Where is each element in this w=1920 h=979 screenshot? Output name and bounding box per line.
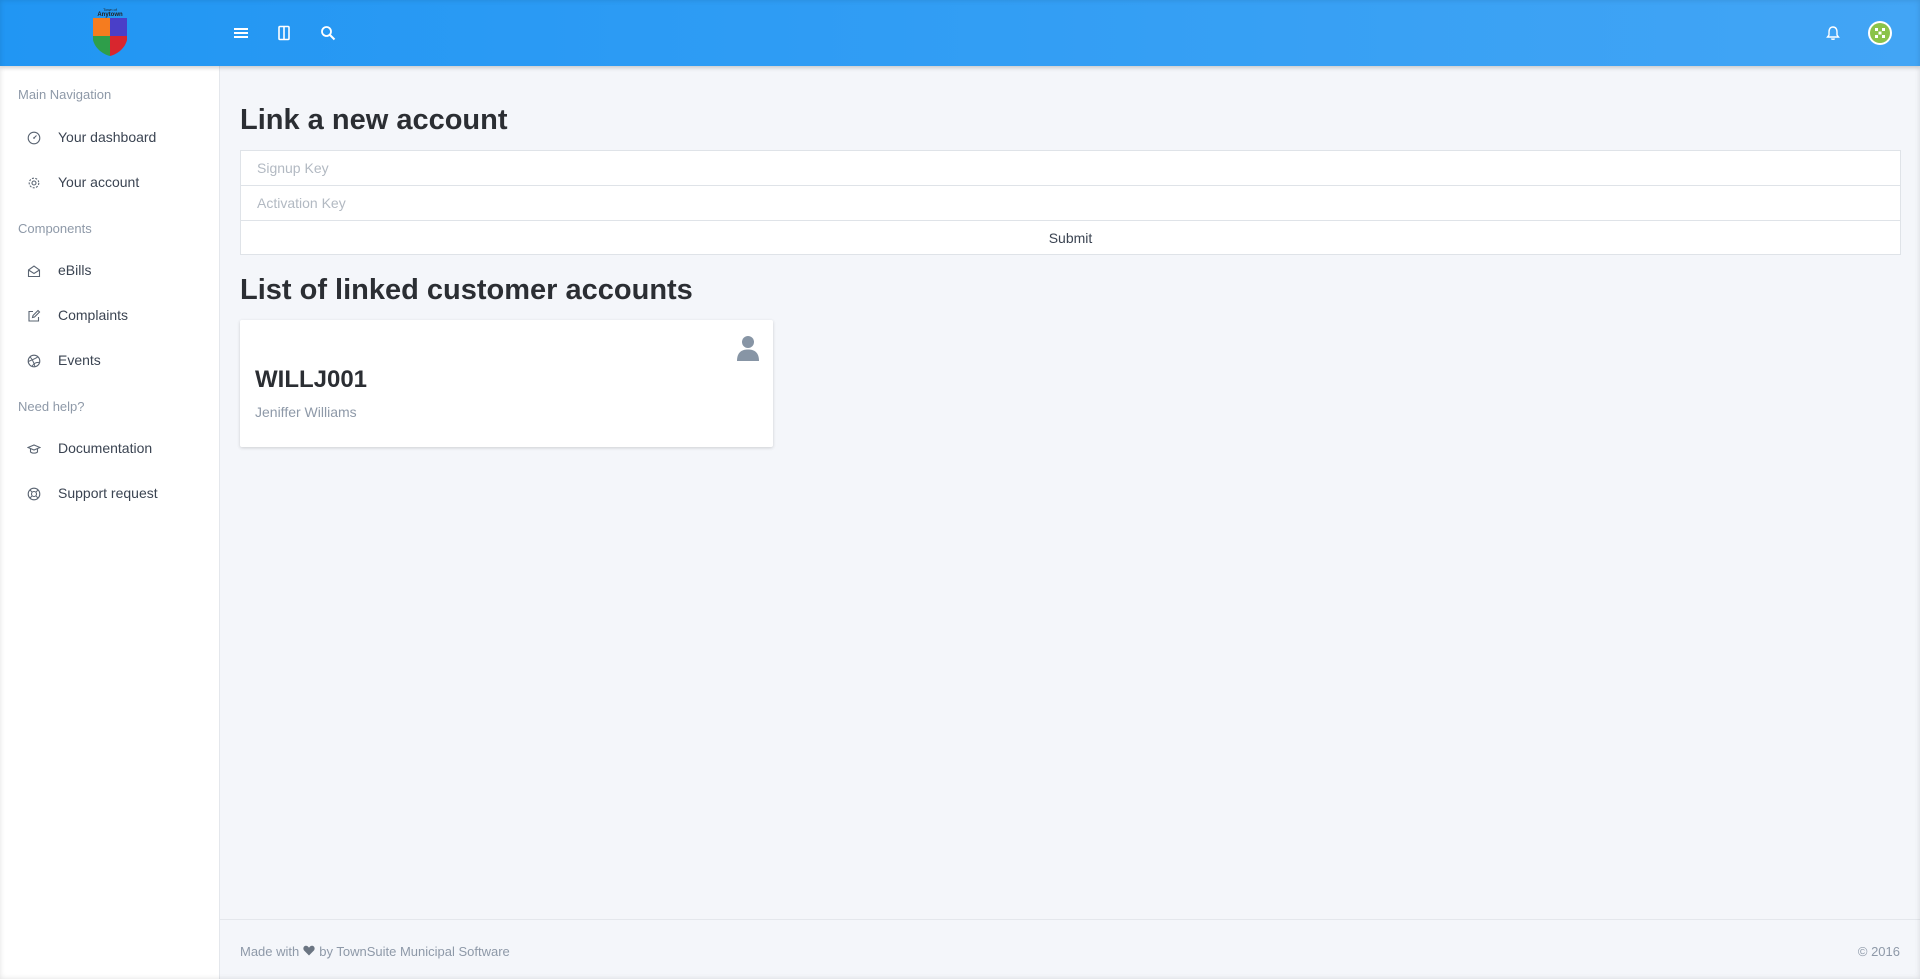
linked-accounts-title: List of linked customer accounts bbox=[240, 274, 693, 306]
sidebar-item-label: Your dashboard bbox=[58, 129, 157, 145]
account-holder-name: Jeniffer Williams bbox=[255, 404, 357, 420]
signup-key-input[interactable] bbox=[240, 150, 1901, 186]
sidebar-item-events[interactable]: Events bbox=[0, 342, 219, 378]
user-icon bbox=[735, 334, 761, 362]
sidebar-item-ebills[interactable]: eBills bbox=[0, 252, 219, 288]
search-icon[interactable] bbox=[313, 18, 343, 48]
account-card[interactable]: WILLJ001 Jeniffer Williams bbox=[240, 320, 773, 447]
footer-made-with: Made with bbox=[240, 944, 300, 959]
hamburger-icon[interactable] bbox=[226, 18, 256, 48]
sidebar-item-label: Events bbox=[58, 352, 101, 368]
top-header: Town of Anytown bbox=[0, 0, 1920, 66]
dribbble-ball-icon bbox=[26, 353, 42, 369]
nav-heading-components: Components bbox=[18, 221, 92, 236]
user-avatar[interactable] bbox=[1868, 21, 1892, 45]
submit-button[interactable]: Submit bbox=[240, 220, 1901, 255]
bell-icon[interactable] bbox=[1818, 18, 1848, 48]
svg-text:Anytown: Anytown bbox=[97, 12, 123, 18]
sidebar-item-label: eBills bbox=[58, 262, 92, 278]
town-logo[interactable]: Town of Anytown bbox=[90, 6, 130, 58]
sidebar-item-account[interactable]: Your account bbox=[0, 164, 219, 200]
sidebar-item-support[interactable]: Support request bbox=[0, 475, 219, 511]
sidebar: Main Navigation Your dashboard Your acco… bbox=[0, 66, 220, 979]
gear-icon bbox=[26, 175, 42, 191]
lifebuoy-icon bbox=[26, 486, 42, 502]
sidebar-item-label: Complaints bbox=[58, 307, 129, 323]
sidebar-item-documentation[interactable]: Documentation bbox=[0, 430, 219, 466]
sidebar-item-complaints[interactable]: Complaints bbox=[0, 297, 219, 333]
sidebar-item-label: Your account bbox=[58, 174, 140, 190]
account-id: WILLJ001 bbox=[255, 366, 368, 393]
footer: Made with by TownSuite Municipal Softwar… bbox=[220, 919, 1920, 979]
sidebar-item-dashboard[interactable]: Your dashboard bbox=[0, 119, 219, 155]
envelope-open-icon bbox=[26, 263, 42, 279]
footer-credit: Made with by TownSuite Municipal Softwar… bbox=[240, 944, 510, 959]
graduation-cap-icon bbox=[26, 441, 42, 457]
sidebar-item-label: Documentation bbox=[58, 440, 153, 456]
footer-copyright: © 2016 bbox=[1857, 944, 1900, 959]
sidebar-item-label: Support request bbox=[58, 485, 158, 501]
gauge-icon bbox=[26, 130, 42, 146]
link-account-title: Link a new account bbox=[240, 104, 508, 136]
nav-heading-main: Main Navigation bbox=[18, 87, 112, 102]
activation-key-input[interactable] bbox=[240, 185, 1901, 221]
heart-icon bbox=[303, 944, 315, 959]
nav-heading-help: Need help? bbox=[18, 399, 85, 414]
edit-icon bbox=[26, 308, 42, 324]
panel-toggle-icon[interactable] bbox=[269, 18, 299, 48]
footer-by-text: by TownSuite Municipal Software bbox=[319, 944, 510, 959]
